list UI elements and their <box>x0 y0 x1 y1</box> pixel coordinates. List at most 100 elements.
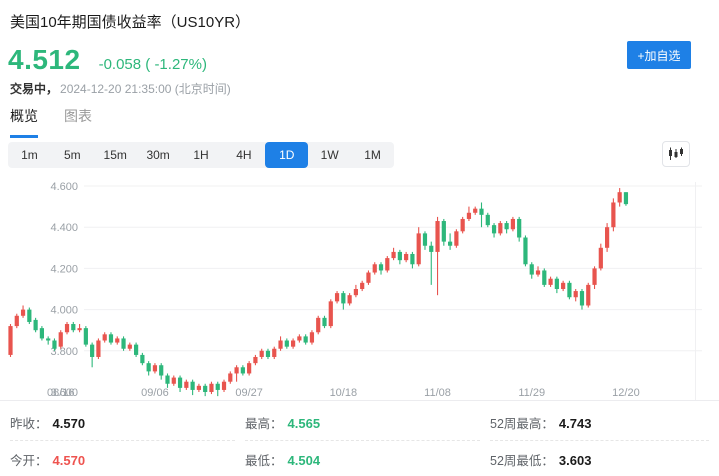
x-axis-label: 09/06 <box>141 387 169 399</box>
candle-body <box>77 328 81 330</box>
stat-label: 最低： <box>245 450 283 469</box>
candle-body <box>511 219 515 229</box>
candle-body <box>341 293 345 303</box>
stat-52w-low: 52周最低： 3.603 <box>490 441 709 476</box>
timeframe-1H[interactable]: 1H <box>180 142 223 168</box>
timeframe-1W[interactable]: 1W <box>308 142 351 168</box>
candle-body <box>586 285 590 306</box>
quote-timestamp: 2024-12-20 21:35:00 (北京时间) <box>60 82 231 96</box>
candle-body <box>115 338 119 342</box>
timeframe-1M[interactable]: 1M <box>351 142 394 168</box>
candle-body <box>27 310 31 322</box>
candle-body <box>191 382 195 390</box>
candle-body <box>498 223 502 233</box>
timeframe-5m[interactable]: 5m <box>51 142 94 168</box>
candle-body <box>486 215 490 225</box>
timeframe-1D[interactable]: 1D <box>265 142 308 168</box>
timeframe-4H[interactable]: 4H <box>222 142 265 168</box>
candle-body <box>366 273 370 283</box>
candle-body <box>121 338 125 348</box>
candle-body <box>291 341 295 347</box>
candle-body <box>492 225 496 233</box>
candle-body <box>523 238 527 265</box>
candle-body <box>391 252 395 258</box>
candle-body <box>322 318 326 326</box>
candle-body <box>599 248 603 269</box>
candle-body <box>542 270 546 284</box>
candle-body <box>561 283 565 289</box>
candle-body <box>448 242 452 246</box>
stat-high: 最高：4.565 <box>245 404 480 441</box>
add-watchlist-button[interactable]: +加自选 <box>627 41 691 69</box>
candle-body <box>209 384 213 392</box>
stats-grid: 昨收：4.570 最高：4.565 52周最高：4.743 今开：4.570 最低： 4.… <box>10 404 709 476</box>
candle-body <box>373 264 377 272</box>
candle-body <box>184 382 188 388</box>
candle-body <box>429 246 433 252</box>
x-axis-label: 11/08 <box>424 387 451 399</box>
x-axis-label: 12/20 <box>612 387 640 399</box>
candle-body <box>40 328 44 338</box>
quote-page: 美国10年期国债收益率（US10YR） +加自选 4.512 -0.058 ( … <box>0 0 719 476</box>
candle-body <box>574 291 578 297</box>
stat-value: 3.603 <box>559 453 592 468</box>
x-axis-label: 10/18 <box>330 387 358 399</box>
candle-body <box>536 270 540 274</box>
stat-open: 今开：4.570 <box>10 441 235 476</box>
candle-body <box>548 279 552 285</box>
stat-prev-close: 昨收：4.570 <box>10 404 235 441</box>
candle-body <box>454 231 458 245</box>
candle-body <box>530 264 534 274</box>
candle-body <box>348 295 352 303</box>
candle-body <box>128 345 132 349</box>
chart-style-button[interactable] <box>662 141 690 167</box>
candle-body <box>272 349 276 357</box>
candlestick-chart[interactable]: 4.6004.4004.2004.0003.8003.60008/1609/06… <box>0 170 719 404</box>
candle-body <box>316 318 320 332</box>
candle-body <box>442 221 446 242</box>
timeframe-1m[interactable]: 1m <box>8 142 51 168</box>
price-row: 4.512 -0.058 ( -1.27%) <box>8 44 207 76</box>
tab-chart[interactable]: 图表 <box>64 106 92 138</box>
timeframe-30m[interactable]: 30m <box>137 142 180 168</box>
candle-body <box>103 334 107 340</box>
candle-body <box>84 328 88 344</box>
candle-body <box>109 334 113 342</box>
candle-body <box>335 293 339 301</box>
candle-body <box>197 386 201 390</box>
candle-body <box>222 382 226 390</box>
candle-body <box>473 209 477 213</box>
candle-body <box>241 367 245 373</box>
stat-52w-high: 52周最高：4.743 <box>490 404 709 441</box>
candle-body <box>253 357 257 363</box>
stat-value: 4.570 <box>53 453 86 468</box>
candle-body <box>479 209 483 215</box>
candle-body <box>159 365 163 375</box>
candle-body <box>278 341 282 349</box>
candle-body <box>46 338 50 340</box>
candle-body <box>555 279 559 289</box>
candle-body <box>266 351 270 357</box>
last-price: 4.512 <box>8 44 81 76</box>
candle-body <box>417 233 421 264</box>
view-tabs: 概览图表 <box>10 106 118 138</box>
status-row: 交易中，2024-12-20 21:35:00 (北京时间) <box>10 80 231 97</box>
timeframe-15m[interactable]: 15m <box>94 142 137 168</box>
trading-status: 交易中， <box>10 82 58 96</box>
x-axis-label: 09/27 <box>235 387 263 399</box>
candle-body <box>285 341 289 347</box>
tab-overview[interactable]: 概览 <box>10 106 38 138</box>
candle-body <box>310 332 314 342</box>
y-axis-label: 4.200 <box>50 263 78 275</box>
candle-body <box>228 373 232 381</box>
x-axis-label: 08/16 <box>47 387 75 399</box>
y-axis-label: 4.400 <box>50 222 78 234</box>
candle-body <box>15 316 19 326</box>
candle-body <box>354 289 358 295</box>
stat-label: 最高： <box>245 413 283 432</box>
candlestick-icon <box>668 147 684 161</box>
stat-label: 52周最低： <box>490 450 554 469</box>
candle-body <box>90 345 94 357</box>
y-axis-label: 4.600 <box>50 181 78 193</box>
candle-body <box>398 252 402 260</box>
